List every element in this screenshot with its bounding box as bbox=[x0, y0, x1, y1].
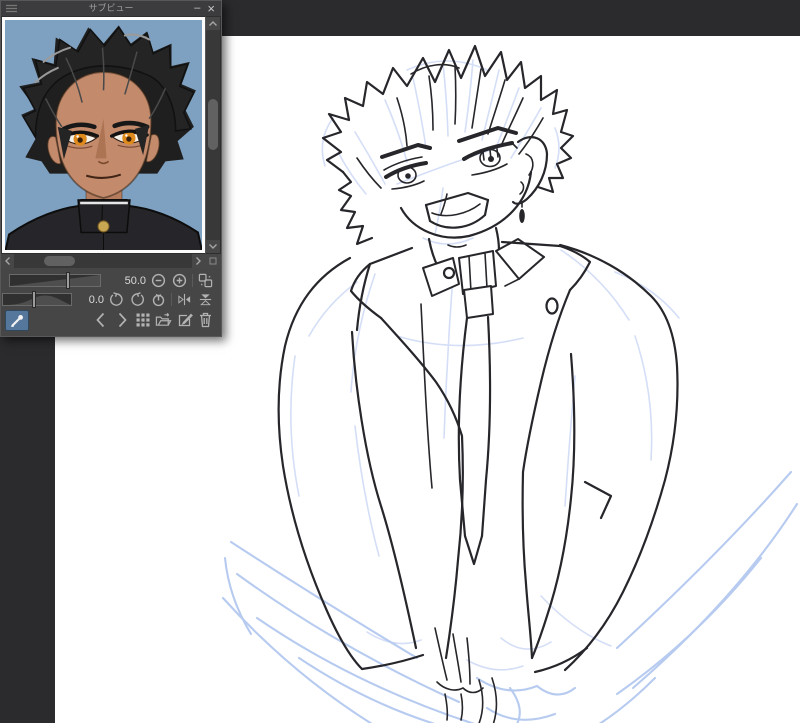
zoom-out-icon[interactable] bbox=[150, 272, 167, 289]
reset-rotation-icon[interactable] bbox=[150, 291, 167, 308]
sketch-layer bbox=[221, 59, 799, 723]
scroll-corner-grip[interactable] bbox=[205, 254, 221, 268]
rotation-slider-handle[interactable] bbox=[31, 291, 36, 308]
horizontal-scroll-thumb[interactable] bbox=[44, 256, 75, 266]
zoom-slider[interactable] bbox=[9, 272, 101, 289]
zoom-value[interactable]: 50.0 bbox=[118, 275, 146, 287]
reference-preview[interactable] bbox=[1, 16, 205, 254]
lineart-layer bbox=[277, 44, 679, 723]
eyedropper-tool-button[interactable] bbox=[5, 310, 29, 331]
scroll-left-icon[interactable] bbox=[1, 254, 14, 268]
rotation-value[interactable]: 0.0 bbox=[76, 294, 104, 306]
rotate-ccw-icon[interactable] bbox=[108, 291, 125, 308]
open-file-icon[interactable] bbox=[155, 312, 172, 329]
subview-panel: サブビュー – × 50.0 0.0 bbox=[0, 0, 222, 337]
subview-titlebar[interactable]: サブビュー – × bbox=[1, 1, 221, 16]
scroll-right-icon[interactable] bbox=[192, 254, 205, 268]
prev-image-icon[interactable] bbox=[92, 312, 109, 329]
delete-icon[interactable] bbox=[197, 312, 214, 329]
reference-portrait bbox=[5, 20, 202, 250]
panel-menu-icon[interactable] bbox=[6, 4, 17, 13]
grid-icon[interactable] bbox=[134, 312, 151, 329]
scroll-down-icon[interactable] bbox=[206, 240, 220, 253]
minimize-button[interactable]: – bbox=[194, 3, 200, 14]
horizontal-scroll-track[interactable] bbox=[14, 254, 192, 268]
zoom-slider-handle[interactable] bbox=[65, 272, 70, 289]
vertical-scroll-thumb[interactable] bbox=[208, 99, 218, 150]
rotation-slider[interactable] bbox=[2, 291, 72, 308]
scroll-up-icon[interactable] bbox=[206, 17, 220, 30]
subview-controls: 50.0 0.0 bbox=[1, 268, 221, 336]
flip-horizontal-icon[interactable] bbox=[176, 291, 193, 308]
fit-window-icon[interactable] bbox=[197, 272, 214, 289]
flip-vertical-icon[interactable] bbox=[197, 291, 214, 308]
zoom-in-icon[interactable] bbox=[171, 272, 188, 289]
vertical-scroll-track[interactable] bbox=[206, 30, 220, 240]
eyedropper-icon bbox=[10, 315, 23, 327]
edit-icon[interactable] bbox=[176, 312, 193, 329]
panel-title: サブビュー bbox=[88, 3, 134, 13]
rotate-cw-icon[interactable] bbox=[129, 291, 146, 308]
next-image-icon[interactable] bbox=[113, 312, 130, 329]
preview-horizontal-scrollbar[interactable] bbox=[1, 254, 205, 268]
close-button[interactable]: × bbox=[207, 2, 215, 15]
preview-vertical-scrollbar[interactable] bbox=[205, 16, 221, 254]
